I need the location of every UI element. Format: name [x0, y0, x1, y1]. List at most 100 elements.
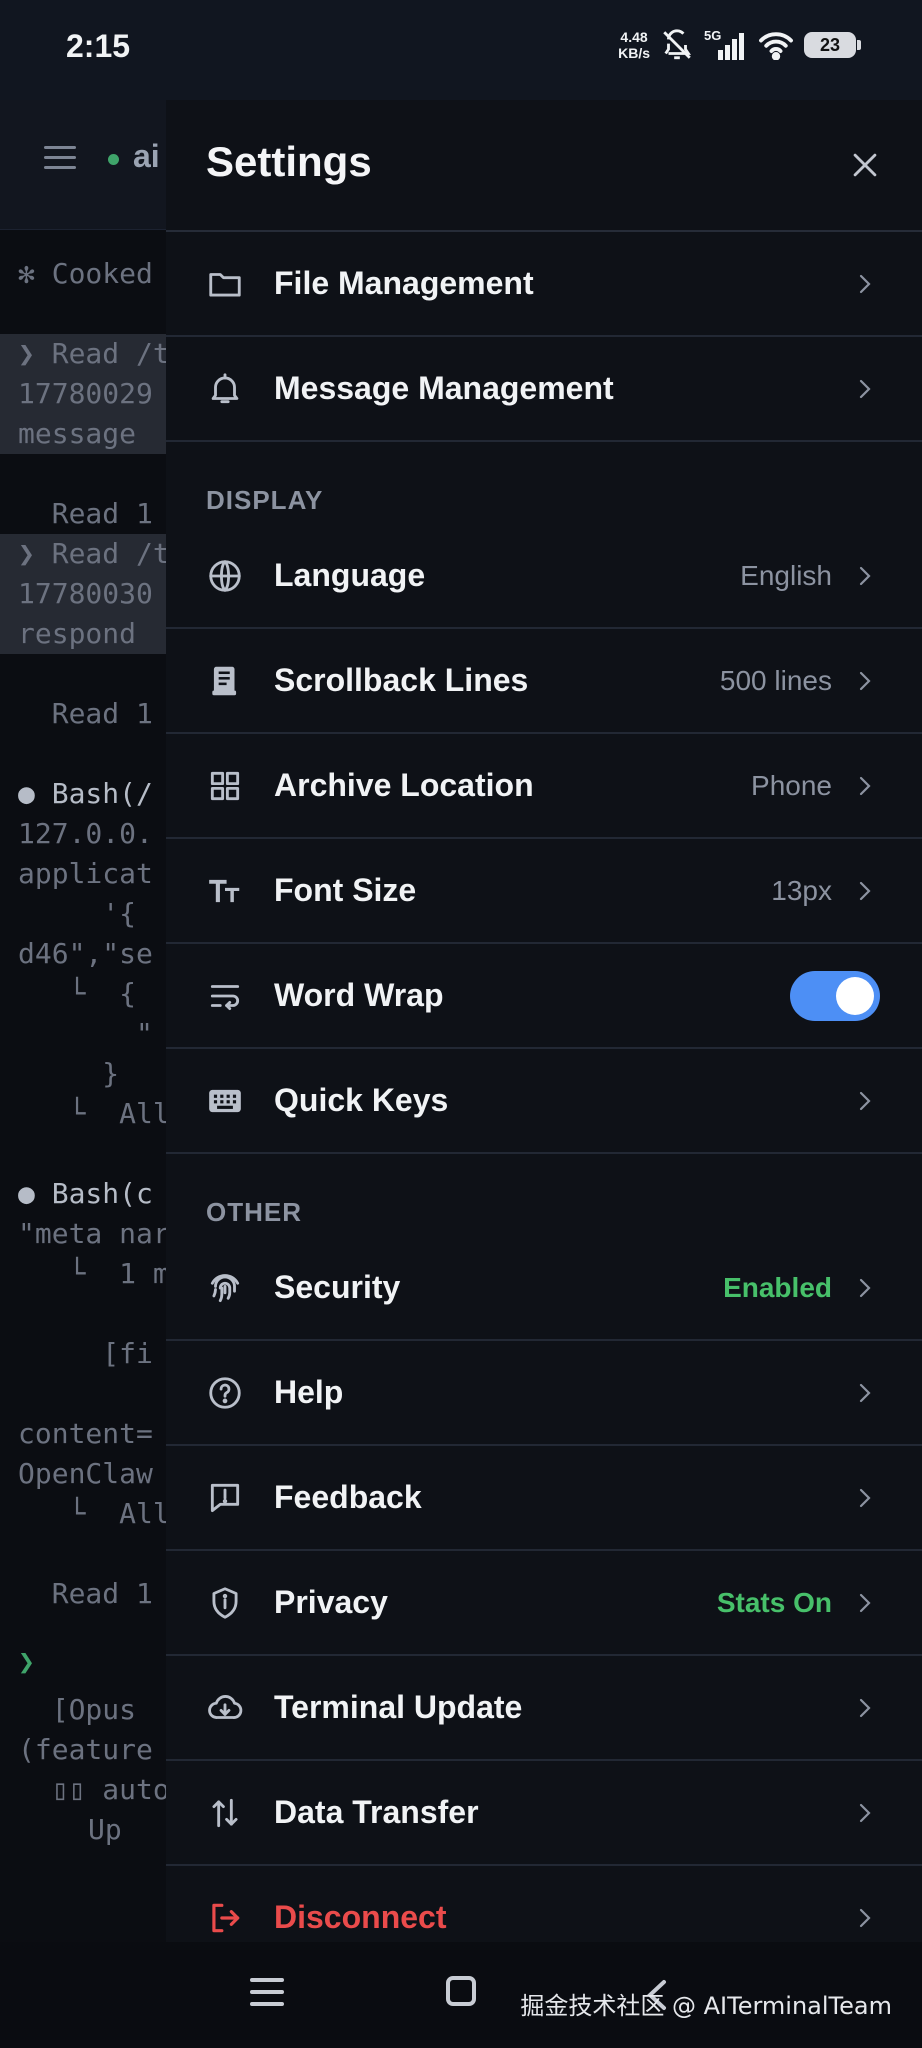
page-title: Settings: [206, 138, 372, 185]
settings-item-value: Stats On: [716, 1586, 832, 1618]
font-size-icon: [206, 872, 244, 910]
terminal-line: └ All: [18, 1497, 166, 1530]
terminal-line: Read 1: [18, 1577, 153, 1610]
settings-item-help[interactable]: Help: [166, 1341, 922, 1446]
chevron-right-icon: [858, 378, 872, 400]
net-speed-value: 4.48: [620, 29, 648, 45]
settings-item-privacy[interactable]: Privacy Stats On: [166, 1551, 922, 1656]
recent-apps-icon[interactable]: [250, 1978, 284, 2006]
settings-item-language[interactable]: Language English: [166, 524, 922, 629]
settings-header: Settings: [166, 100, 922, 232]
terminal-line: └ {: [18, 977, 137, 1010]
settings-panel: Settings File Management Message Manageme…: [166, 100, 922, 1942]
mute-bell-icon: [660, 28, 694, 62]
status-bar: 2:15 4.48 KB/s 5G 23: [0, 0, 922, 100]
chevron-right-icon: [858, 1382, 872, 1404]
system-nav-bar: 掘金技术社区 @ AITerminalTeam: [0, 1942, 922, 2048]
settings-item-label: File Management: [274, 265, 534, 301]
settings-item-label: Help: [274, 1374, 344, 1410]
terminal-line: content=: [18, 1417, 153, 1450]
settings-item-label: Quick Keys: [274, 1082, 449, 1118]
chevron-right-icon: [858, 1487, 872, 1509]
terminal-footer-line: ▯▯ auto: [18, 1773, 166, 1806]
settings-item-value: 500 lines: [719, 664, 832, 696]
terminal-line: 17780029: [0, 374, 166, 414]
settings-item-font-size[interactable]: Font Size 13px: [166, 839, 922, 944]
wrap-icon: [206, 977, 244, 1015]
signal-icon: 5G: [704, 28, 748, 62]
chevron-right-icon: [858, 670, 872, 692]
chevron-right-icon: [858, 775, 872, 797]
settings-item-archive-location[interactable]: Archive Location Phone: [166, 734, 922, 839]
status-time: 2:15: [66, 28, 131, 64]
terminal-title: ai: [133, 138, 160, 174]
terminal-line: Read 1: [18, 697, 153, 730]
scroll-icon: [206, 662, 244, 700]
chevron-right-icon: [858, 1802, 872, 1824]
settings-item-label: Font Size: [274, 872, 417, 908]
terminal-line: 127.0.0.: [18, 817, 153, 850]
settings-item-label: Language: [274, 557, 426, 593]
terminal-line: └ 1 m: [18, 1257, 166, 1290]
settings-item-security[interactable]: Security Enabled: [166, 1236, 922, 1341]
chevron-right-icon: [858, 1907, 872, 1929]
terminal-line: ❯ Read /t: [0, 534, 166, 574]
terminal-line: respond: [0, 614, 166, 654]
settings-item-file-management[interactable]: File Management: [166, 232, 922, 337]
terminal-background: ai ✻ Cooked ❯ Read /t 17780029 message Read…: [0, 100, 166, 1942]
net-speed: 4.48 KB/s: [618, 29, 650, 61]
settings-item-terminal-update[interactable]: Terminal Update: [166, 1656, 922, 1761]
terminal-line: "meta nar: [18, 1217, 166, 1250]
terminal-line: OpenClaw: [18, 1457, 153, 1490]
settings-item-word-wrap[interactable]: Word Wrap: [166, 944, 922, 1049]
home-icon[interactable]: [446, 1976, 476, 2006]
close-icon: [853, 153, 877, 177]
terminal-header: ai: [0, 100, 166, 230]
cloud-download-icon: [206, 1689, 244, 1727]
settings-item-value: English: [740, 559, 832, 591]
hamburger-menu-icon[interactable]: [44, 146, 76, 169]
terminal-line: }: [18, 1057, 120, 1090]
settings-item-message-management[interactable]: Message Management: [166, 337, 922, 442]
settings-item-value: Enabled: [723, 1271, 832, 1303]
grid-icon: [206, 767, 244, 805]
status-icons: 4.48 KB/s 5G 23: [618, 28, 861, 62]
settings-item-label: Archive Location: [274, 767, 534, 803]
settings-list: File Management Message Management DISPLAY…: [166, 232, 922, 1942]
settings-item-label: Privacy: [274, 1584, 388, 1620]
fingerprint-icon: [206, 1269, 244, 1307]
settings-item-label: Disconnect: [274, 1899, 447, 1935]
network-label: 5G: [704, 28, 721, 43]
shield-icon: [206, 1584, 244, 1622]
terminal-line: '{: [18, 897, 137, 930]
close-button[interactable]: [848, 148, 882, 182]
terminal-up-button[interactable]: Up: [18, 1810, 166, 1850]
keyboard-icon: [206, 1082, 244, 1120]
settings-item-data-transfer[interactable]: Data Transfer: [166, 1761, 922, 1866]
word-wrap-toggle[interactable]: [790, 970, 880, 1021]
settings-item-label: Feedback: [274, 1479, 422, 1515]
logout-icon: [206, 1899, 244, 1937]
terminal-line: [fi: [18, 1337, 153, 1370]
terminal-line: ": [18, 1017, 153, 1050]
terminal-line: d46","se: [18, 937, 153, 970]
settings-item-label: Scrollback Lines: [274, 662, 529, 698]
settings-item-label: Message Management: [274, 370, 614, 406]
terminal-line: └ All: [18, 1097, 166, 1130]
connection-status-dot: [108, 154, 119, 165]
terminal-footer-line: [Opus: [18, 1693, 137, 1726]
settings-item-quick-keys[interactable]: Quick Keys: [166, 1049, 922, 1154]
section-label: DISPLAY: [206, 485, 324, 515]
section-display: DISPLAY: [166, 442, 922, 524]
settings-item-value: Phone: [751, 769, 832, 801]
settings-item-disconnect[interactable]: Disconnect: [166, 1866, 922, 1942]
terminal-prompt[interactable]: ❯: [18, 1642, 166, 1682]
settings-item-scrollback-lines[interactable]: Scrollback Lines 500 lines: [166, 629, 922, 734]
terminal-footer-line: (feature: [18, 1733, 153, 1766]
settings-item-feedback[interactable]: Feedback: [166, 1446, 922, 1551]
terminal-line: ● Bash(/: [18, 777, 153, 810]
